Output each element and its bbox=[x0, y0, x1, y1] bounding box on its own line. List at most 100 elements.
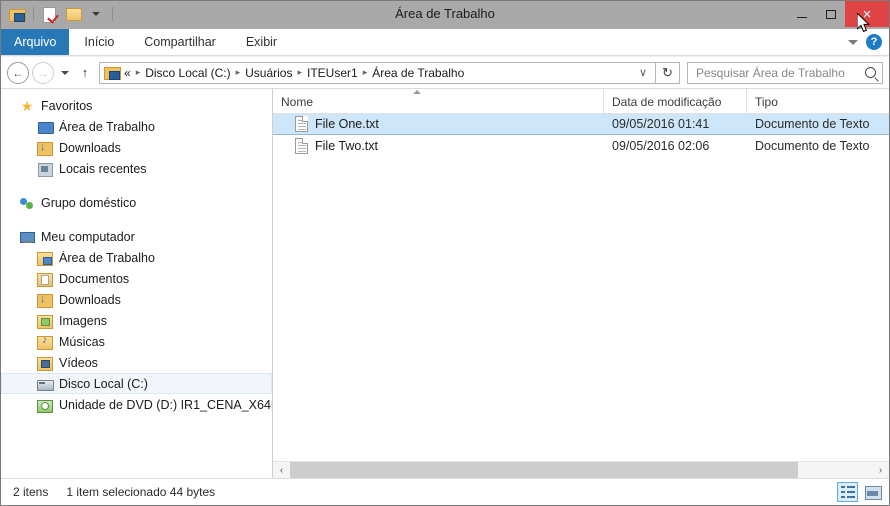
downloads-folder-icon bbox=[37, 140, 53, 156]
explorer-window: Área de Trabalho × Arquivo Início Compar… bbox=[0, 0, 890, 506]
back-button[interactable]: ← bbox=[7, 61, 29, 84]
nav-item-videos[interactable]: Vídeos bbox=[1, 352, 272, 373]
up-button[interactable]: ↑ bbox=[75, 62, 95, 84]
music-folder-icon bbox=[37, 334, 53, 350]
customize-caret-icon[interactable] bbox=[86, 4, 106, 24]
breadcrumb-separator-icon: ▸ bbox=[235, 67, 241, 77]
file-name: File One.txt bbox=[315, 117, 379, 131]
breadcrumb-item-iteuser1[interactable]: ITEUser1 bbox=[307, 66, 358, 80]
tab-label: Arquivo bbox=[14, 35, 57, 49]
breadcrumb-item-usuarios[interactable]: Usuários bbox=[245, 66, 292, 80]
nav-label: Unidade de DVD (D:) IR1_CENA_X64FREV bbox=[59, 397, 272, 412]
refresh-icon: ↻ bbox=[662, 64, 673, 80]
tab-label: Início bbox=[84, 35, 115, 49]
nav-label: Documentos bbox=[59, 271, 130, 286]
selection-count: 1 item selecionado bbox=[66, 485, 167, 499]
tab-arquivo[interactable]: Arquivo bbox=[1, 29, 70, 55]
forward-button[interactable]: → bbox=[32, 61, 54, 84]
breadcrumb-dropdown-icon[interactable]: ∨ bbox=[633, 66, 653, 79]
search-icon[interactable] bbox=[865, 67, 876, 78]
column-header-nome[interactable]: Nome bbox=[273, 89, 603, 113]
table-row[interactable]: File Two.txt 09/05/2016 02:06 Documento … bbox=[273, 135, 889, 156]
tab-label: Compartilhar bbox=[144, 35, 216, 49]
nav-group-favoritos[interactable]: ★ Favoritos bbox=[1, 95, 272, 116]
maximize-button[interactable] bbox=[816, 1, 845, 27]
forward-icon: → bbox=[37, 65, 49, 80]
breadcrumb[interactable]: « ▸ Disco Local (C:) ▸ Usuários ▸ ITEUse… bbox=[99, 61, 656, 84]
folder-icon bbox=[104, 66, 121, 80]
nav-item-downloads-pc[interactable]: Downloads bbox=[1, 289, 272, 310]
tab-label: Exibir bbox=[245, 35, 278, 49]
new-folder-icon[interactable] bbox=[63, 4, 83, 24]
breadcrumb-overflow[interactable]: « bbox=[124, 66, 131, 80]
search-placeholder: Pesquisar Área de Trabalho bbox=[696, 65, 845, 80]
scrollbar-track[interactable] bbox=[798, 461, 872, 478]
nav-item-documentos[interactable]: Documentos bbox=[1, 268, 272, 289]
nav-group-grupo-domestico[interactable]: Grupo doméstico bbox=[1, 192, 272, 213]
column-label: Data de modificação bbox=[612, 95, 722, 109]
nav-item-imagens[interactable]: Imagens bbox=[1, 310, 272, 331]
up-icon: ↑ bbox=[81, 65, 89, 80]
nav-item-locais-recentes[interactable]: Locais recentes bbox=[1, 158, 272, 179]
nav-group-meu-computador[interactable]: Meu computador bbox=[1, 226, 272, 247]
nav-item-downloads[interactable]: Downloads bbox=[1, 137, 272, 158]
nav-label: Favoritos bbox=[41, 98, 93, 113]
scrollbar-thumb[interactable] bbox=[290, 461, 798, 478]
selection-info: 1 item selecionado 44 bytes bbox=[66, 485, 215, 499]
nav-item-area-de-trabalho[interactable]: Área de Trabalho bbox=[1, 116, 272, 137]
computer-icon bbox=[19, 229, 35, 245]
nav-label: Disco Local (C:) bbox=[59, 376, 148, 391]
nav-label: Downloads bbox=[59, 292, 121, 307]
nav-label: Imagens bbox=[59, 313, 107, 328]
refresh-button[interactable]: ↻ bbox=[656, 61, 680, 84]
nav-item-unidade-de-dvd-d[interactable]: Unidade de DVD (D:) IR1_CENA_X64FREV bbox=[1, 394, 272, 415]
column-header-data-de-modificacao[interactable]: Data de modificação bbox=[603, 89, 746, 113]
scroll-right-icon[interactable]: › bbox=[872, 462, 889, 479]
homegroup-icon bbox=[19, 195, 35, 211]
column-header-tipo[interactable]: Tipo bbox=[746, 89, 889, 113]
text-document-icon bbox=[295, 137, 308, 154]
breadcrumb-item-area-de-trabalho[interactable]: Área de Trabalho bbox=[372, 66, 464, 80]
videos-folder-icon bbox=[37, 355, 53, 371]
search-input[interactable]: Pesquisar Área de Trabalho bbox=[687, 61, 883, 84]
scroll-left-icon[interactable]: ‹ bbox=[273, 462, 290, 479]
horizontal-scrollbar[interactable]: ‹ › bbox=[273, 461, 889, 478]
nav-label: Locais recentes bbox=[59, 161, 147, 176]
nav-label: Grupo doméstico bbox=[41, 195, 137, 210]
nav-label: Área de Trabalho bbox=[59, 119, 155, 134]
tab-exibir[interactable]: Exibir bbox=[231, 29, 292, 55]
column-label: Tipo bbox=[755, 95, 778, 109]
desktop-folder-icon bbox=[37, 250, 53, 266]
nav-item-musicas[interactable]: Músicas bbox=[1, 331, 272, 352]
close-button[interactable]: × bbox=[845, 1, 889, 27]
file-name-cell: File Two.txt bbox=[273, 137, 603, 154]
tab-compartilhar[interactable]: Compartilhar bbox=[129, 29, 231, 55]
file-list-pane[interactable]: Nome Data de modificação Tipo File One.t… bbox=[273, 89, 889, 478]
tab-inicio[interactable]: Início bbox=[69, 29, 129, 55]
table-row[interactable]: File One.txt 09/05/2016 01:41 Documento … bbox=[273, 114, 889, 135]
details-view-button[interactable] bbox=[837, 482, 858, 502]
breadcrumb-item-disco-local[interactable]: Disco Local (C:) bbox=[145, 66, 230, 80]
file-type-cell: Documento de Texto bbox=[755, 138, 870, 153]
new-item-icon[interactable] bbox=[40, 4, 60, 24]
navigation-pane[interactable]: ★ Favoritos Área de Trabalho Downloads L… bbox=[1, 89, 273, 478]
thumbnails-view-button[interactable] bbox=[862, 482, 883, 502]
nav-label: Área de Trabalho bbox=[59, 250, 155, 265]
status-info: 2 itens 1 item selecionado 44 bytes bbox=[13, 485, 215, 499]
text-document-icon bbox=[295, 116, 308, 132]
file-type-cell: Documento de Texto bbox=[755, 117, 870, 131]
close-icon: × bbox=[862, 5, 872, 23]
nav-label: Downloads bbox=[59, 140, 121, 155]
ribbon-tab-bar: Arquivo Início Compartilhar Exibir ? bbox=[1, 29, 889, 56]
help-icon[interactable]: ? bbox=[866, 34, 882, 50]
nav-item-area-de-trabalho-pc[interactable]: Área de Trabalho bbox=[1, 247, 272, 268]
chevron-down-icon[interactable] bbox=[848, 39, 858, 45]
item-count: 2 itens bbox=[13, 485, 49, 499]
nav-item-disco-local-c[interactable]: Disco Local (C:) bbox=[1, 373, 272, 394]
nav-label: Músicas bbox=[59, 334, 105, 349]
recent-locations-caret-icon[interactable] bbox=[57, 62, 73, 84]
file-modified-cell: 09/05/2016 02:06 bbox=[612, 138, 710, 153]
folder-properties-icon[interactable] bbox=[7, 4, 27, 24]
minimize-button[interactable] bbox=[787, 1, 816, 27]
